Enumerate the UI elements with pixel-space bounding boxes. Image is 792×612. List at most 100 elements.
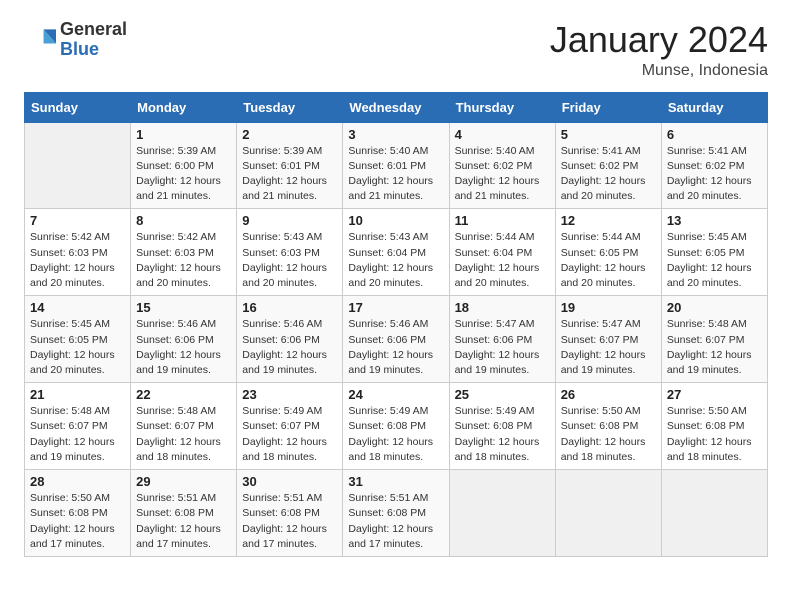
day-number: 1: [136, 127, 231, 142]
day-info: Sunrise: 5:43 AMSunset: 6:04 PMDaylight:…: [348, 230, 443, 291]
calendar-cell: 2Sunrise: 5:39 AMSunset: 6:01 PMDaylight…: [237, 122, 343, 209]
calendar-cell: 10Sunrise: 5:43 AMSunset: 6:04 PMDayligh…: [343, 209, 449, 296]
calendar-week-5: 28 Sunrise: 5:50 AMSunset: 6:08 PMDayligh…: [25, 470, 768, 557]
day-info: Sunrise: 5:43 AMSunset: 6:03 PMDaylight:…: [242, 230, 337, 291]
calendar-cell: 29Sunrise: 5:51 AMSunset: 6:08 PMDayligh…: [131, 470, 237, 557]
day-number: 27: [667, 387, 762, 402]
day-number: 12: [561, 213, 656, 228]
day-number: 19: [561, 300, 656, 315]
day-number: 2: [242, 127, 337, 142]
calendar-cell: 30Sunrise: 5:51 AMSunset: 6:08 PMDayligh…: [237, 470, 343, 557]
day-number: 11: [455, 213, 550, 228]
calendar-cell: 12 Sunrise: 5:44 AMSunset: 6:05 PMDayligh…: [555, 209, 661, 296]
header-monday: Monday: [131, 92, 237, 122]
day-number: 20: [667, 300, 762, 315]
day-number: 8: [136, 213, 231, 228]
day-number: 9: [242, 213, 337, 228]
day-number: 13: [667, 213, 762, 228]
day-info: Sunrise: 5:48 AMSunset: 6:07 PMDaylight:…: [136, 404, 231, 465]
day-number: 22: [136, 387, 231, 402]
calendar-cell: 11Sunrise: 5:44 AMSunset: 6:04 PMDayligh…: [449, 209, 555, 296]
day-number: 15: [136, 300, 231, 315]
calendar-cell: 25Sunrise: 5:49 AMSunset: 6:08 PMDayligh…: [449, 383, 555, 470]
day-info: Sunrise: 5:40 AMSunset: 6:01 PMDaylight:…: [348, 144, 443, 205]
day-info: Sunrise: 5:50 AMSunset: 6:08 PMDaylight:…: [667, 404, 762, 465]
calendar-header-row: SundayMondayTuesdayWednesdayThursdayFrid…: [25, 92, 768, 122]
calendar-cell: 23 Sunrise: 5:49 AMSunset: 6:07 PMDayligh…: [237, 383, 343, 470]
day-number: 14: [30, 300, 125, 315]
calendar-cell: 4Sunrise: 5:40 AMSunset: 6:02 PMDaylight…: [449, 122, 555, 209]
day-info: Sunrise: 5:50 AMSunset: 6:08 PMDaylight:…: [30, 491, 125, 552]
day-number: 28: [30, 474, 125, 489]
calendar-cell: 9 Sunrise: 5:43 AMSunset: 6:03 PMDaylight…: [237, 209, 343, 296]
day-info: Sunrise: 5:46 AMSunset: 6:06 PMDaylight:…: [136, 317, 231, 378]
calendar-cell: [25, 122, 131, 209]
header-thursday: Thursday: [449, 92, 555, 122]
day-info: Sunrise: 5:51 AMSunset: 6:08 PMDaylight:…: [348, 491, 443, 552]
calendar-cell: 3 Sunrise: 5:40 AMSunset: 6:01 PMDaylight…: [343, 122, 449, 209]
calendar-cell: 5Sunrise: 5:41 AMSunset: 6:02 PMDaylight…: [555, 122, 661, 209]
day-info: Sunrise: 5:45 AMSunset: 6:05 PMDaylight:…: [667, 230, 762, 291]
day-number: 23: [242, 387, 337, 402]
day-info: Sunrise: 5:49 AMSunset: 6:08 PMDaylight:…: [348, 404, 443, 465]
day-info: Sunrise: 5:47 AMSunset: 6:07 PMDaylight:…: [561, 317, 656, 378]
calendar-week-3: 14 Sunrise: 5:45 AMSunset: 6:05 PMDayligh…: [25, 296, 768, 383]
calendar-cell: 17 Sunrise: 5:46 AMSunset: 6:06 PMDayligh…: [343, 296, 449, 383]
calendar-cell: 18Sunrise: 5:47 AMSunset: 6:06 PMDayligh…: [449, 296, 555, 383]
header-saturday: Saturday: [661, 92, 767, 122]
day-number: 17: [348, 300, 443, 315]
day-info: Sunrise: 5:40 AMSunset: 6:02 PMDaylight:…: [455, 144, 550, 205]
day-number: 21: [30, 387, 125, 402]
day-info: Sunrise: 5:48 AMSunset: 6:07 PMDaylight:…: [30, 404, 125, 465]
day-info: Sunrise: 5:41 AMSunset: 6:02 PMDaylight:…: [667, 144, 762, 205]
day-number: 24: [348, 387, 443, 402]
calendar-cell: 1 Sunrise: 5:39 AMSunset: 6:00 PMDaylight…: [131, 122, 237, 209]
day-number: 30: [242, 474, 337, 489]
calendar-cell: 31 Sunrise: 5:51 AMSunset: 6:08 PMDayligh…: [343, 470, 449, 557]
day-number: 26: [561, 387, 656, 402]
day-info: Sunrise: 5:49 AMSunset: 6:07 PMDaylight:…: [242, 404, 337, 465]
calendar-cell: 28 Sunrise: 5:50 AMSunset: 6:08 PMDayligh…: [25, 470, 131, 557]
calendar-cell: 26 Sunrise: 5:50 AMSunset: 6:08 PMDayligh…: [555, 383, 661, 470]
header-wednesday: Wednesday: [343, 92, 449, 122]
day-number: 25: [455, 387, 550, 402]
day-info: Sunrise: 5:44 AMSunset: 6:05 PMDaylight:…: [561, 230, 656, 291]
calendar-week-4: 21 Sunrise: 5:48 AMSunset: 6:07 PMDayligh…: [25, 383, 768, 470]
logo: General Blue: [24, 20, 127, 60]
calendar-cell: 8Sunrise: 5:42 AMSunset: 6:03 PMDaylight…: [131, 209, 237, 296]
page-header: General Blue January 2024 Munse, Indones…: [24, 20, 768, 80]
day-number: 3: [348, 127, 443, 142]
calendar-table: SundayMondayTuesdayWednesdayThursdayFrid…: [24, 92, 768, 557]
header-tuesday: Tuesday: [237, 92, 343, 122]
calendar-cell: 21 Sunrise: 5:48 AMSunset: 6:07 PMDayligh…: [25, 383, 131, 470]
calendar-cell: 14 Sunrise: 5:45 AMSunset: 6:05 PMDayligh…: [25, 296, 131, 383]
logo-text: General Blue: [60, 20, 127, 60]
day-number: 16: [242, 300, 337, 315]
calendar-week-2: 7Sunrise: 5:42 AMSunset: 6:03 PMDaylight…: [25, 209, 768, 296]
logo-general: General: [60, 19, 127, 39]
day-info: Sunrise: 5:46 AMSunset: 6:06 PMDaylight:…: [348, 317, 443, 378]
title-area: January 2024 Munse, Indonesia: [550, 20, 768, 80]
month-title: January 2024: [550, 20, 768, 60]
day-info: Sunrise: 5:39 AMSunset: 6:00 PMDaylight:…: [136, 144, 231, 205]
calendar-cell: 20Sunrise: 5:48 AMSunset: 6:07 PMDayligh…: [661, 296, 767, 383]
day-info: Sunrise: 5:46 AMSunset: 6:06 PMDaylight:…: [242, 317, 337, 378]
logo-blue: Blue: [60, 39, 99, 59]
calendar-week-1: 1 Sunrise: 5:39 AMSunset: 6:00 PMDaylight…: [25, 122, 768, 209]
day-number: 5: [561, 127, 656, 142]
day-info: Sunrise: 5:42 AMSunset: 6:03 PMDaylight:…: [30, 230, 125, 291]
header-friday: Friday: [555, 92, 661, 122]
calendar-cell: [449, 470, 555, 557]
calendar-cell: 27 Sunrise: 5:50 AMSunset: 6:08 PMDayligh…: [661, 383, 767, 470]
calendar-cell: 24 Sunrise: 5:49 AMSunset: 6:08 PMDayligh…: [343, 383, 449, 470]
calendar-cell: 22 Sunrise: 5:48 AMSunset: 6:07 PMDayligh…: [131, 383, 237, 470]
day-info: Sunrise: 5:51 AMSunset: 6:08 PMDaylight:…: [136, 491, 231, 552]
calendar-cell: 15 Sunrise: 5:46 AMSunset: 6:06 PMDayligh…: [131, 296, 237, 383]
calendar-cell: 6 Sunrise: 5:41 AMSunset: 6:02 PMDaylight…: [661, 122, 767, 209]
day-info: Sunrise: 5:45 AMSunset: 6:05 PMDaylight:…: [30, 317, 125, 378]
day-info: Sunrise: 5:50 AMSunset: 6:08 PMDaylight:…: [561, 404, 656, 465]
day-number: 6: [667, 127, 762, 142]
calendar-cell: [661, 470, 767, 557]
location: Munse, Indonesia: [550, 62, 768, 80]
day-number: 31: [348, 474, 443, 489]
